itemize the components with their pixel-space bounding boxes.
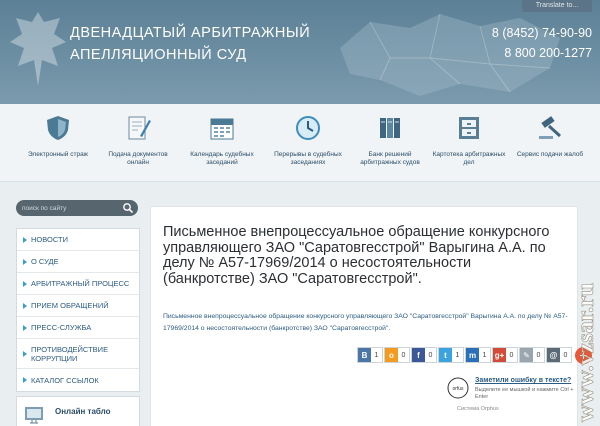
watermark: www.vzsar.ru <box>572 154 600 424</box>
orphus-logo-icon: orfus <box>447 377 469 399</box>
orphus-block: orfus Заметили ошибку в тексте? Выделите… <box>447 375 577 415</box>
share-mailru-button[interactable]: m1 <box>465 347 491 363</box>
share-vk-button[interactable]: В1 <box>357 347 383 363</box>
nav-item-online-docs[interactable]: Подача документов онлайн <box>98 114 178 167</box>
orphus-system: Система Orphus <box>457 406 499 412</box>
site-header: ДВЕНАДЦАТЫЙ АРБИТРАЖНЫЙ АПЕЛЛЯЦИОННЫЙ СУ… <box>0 0 600 104</box>
facebook-icon: f <box>412 348 425 362</box>
books-icon <box>380 118 400 138</box>
nav-item-calendar[interactable]: Календарь судебных заседаний <box>180 114 264 167</box>
search-icon[interactable] <box>122 202 134 214</box>
email-icon: @ <box>547 348 560 362</box>
share-count: 1 <box>455 351 460 359</box>
nav-label: Банк решений арбитражных судов <box>360 151 420 166</box>
share-count: 1 <box>482 351 487 359</box>
shield-icon <box>47 116 69 140</box>
menu-label: О СУДЕ <box>31 257 59 266</box>
quick-nav: Электронный страж Подача документов онла… <box>0 104 600 182</box>
pencil-icon: ✎ <box>520 348 533 362</box>
nav-item-case-files[interactable]: Картотека арбитражных дел <box>428 114 510 167</box>
arrow-right-icon <box>23 236 27 243</box>
share-count: 0 <box>428 351 433 359</box>
menu-label: НОВОСТИ <box>31 235 68 244</box>
online-board[interactable]: Онлайн табло <box>16 396 140 426</box>
share-email-button[interactable]: @0 <box>546 347 572 363</box>
svg-text:orfus: orfus <box>452 386 464 392</box>
menu-item-press[interactable]: ПРЕСС-СЛУЖБА <box>17 317 139 339</box>
menu-label: ПРЕСС-СЛУЖБА <box>31 323 92 332</box>
nav-label: Календарь судебных заседаний <box>190 151 254 166</box>
translate-button[interactable]: Translate to... <box>522 0 592 12</box>
nav-item-decisions-bank[interactable]: Банк решений арбитражных судов <box>350 114 430 167</box>
nav-label: Подача документов онлайн <box>108 151 168 166</box>
coat-of-arms-icon <box>10 12 66 86</box>
main-menu: НОВОСТИ О СУДЕ АРБИТРАЖНЫЙ ПРОЦЕСС ПРИЕМ… <box>16 228 140 392</box>
menu-label: ПРОТИВОДЕЙСТВИЕ КОРРУПЦИИ <box>31 344 109 363</box>
arrow-right-icon <box>23 350 27 357</box>
watermark-text: www.vzsar.ru <box>573 283 598 422</box>
menu-label: АРБИТРАЖНЫЙ ПРОЦЕСС <box>31 279 130 288</box>
share-ok-button[interactable]: о0 <box>384 347 410 363</box>
search-box <box>16 200 138 216</box>
article-title: Письменное внепроцессуальное обращение к… <box>163 224 550 287</box>
court-title-line2: АПЕЛЛЯЦИОННЫЙ СУД <box>70 47 247 63</box>
share-count: 0 <box>536 351 541 359</box>
menu-label: ПРИЕМ ОБРАЩЕНИЙ <box>31 301 109 310</box>
menu-item-arbitration-process[interactable]: АРБИТРАЖНЫЙ ПРОЦЕСС <box>17 273 139 295</box>
menu-item-about[interactable]: О СУДЕ <box>17 251 139 273</box>
menu-label: КАТАЛОГ ССЫЛОК <box>31 375 99 385</box>
share-twitter-button[interactable]: t1 <box>438 347 464 363</box>
nav-item-electronic-guard[interactable]: Электронный страж <box>18 114 98 159</box>
phone-number-2: 8 800 200-1277 <box>504 46 592 60</box>
arrow-right-icon <box>23 302 27 309</box>
mailru-icon: m <box>466 348 479 362</box>
twitter-icon: t <box>439 348 452 362</box>
share-buttons: В1 о0 f0 t1 m1 g+ 0 ✎ 0 @0 + <box>357 347 592 365</box>
odnoklassniki-icon: о <box>385 348 398 362</box>
file-cabinet-icon <box>459 117 479 139</box>
vk-icon: В <box>358 348 371 362</box>
menu-item-news[interactable]: НОВОСТИ <box>17 229 139 251</box>
share-facebook-button[interactable]: f0 <box>411 347 437 363</box>
orphus-hint: Выделите ее мышкой и нажмите Ctrl + Ente… <box>475 387 574 400</box>
menu-item-links[interactable]: КАТАЛОГ ССЫЛОК <box>17 369 139 391</box>
article-body: Письменное внепроцессуальное обращение к… <box>163 313 568 332</box>
google-plus-icon: g+ <box>493 348 506 362</box>
article-panel: Письменное внепроцессуальное обращение к… <box>150 206 592 426</box>
clock-icon <box>296 116 320 140</box>
share-count: 0 <box>401 351 406 359</box>
court-title[interactable]: ДВЕНАДЦАТЫЙ АРБИТРАЖНЫЙ АПЕЛЛЯЦИОННЫЙ СУ… <box>70 22 310 66</box>
share-count: 0 <box>563 351 568 359</box>
display-board-icon <box>25 407 43 424</box>
share-count: 1 <box>374 351 379 359</box>
nav-label: Картотека арбитражных дел <box>432 151 506 166</box>
search-input[interactable] <box>22 202 114 214</box>
nav-label: Перерывы в судебных заседаниях <box>274 151 342 166</box>
document-pen-icon <box>128 116 151 140</box>
calendar-icon <box>210 118 234 140</box>
nav-item-breaks[interactable]: Перерывы в судебных заседаниях <box>266 114 350 167</box>
orphus-title[interactable]: Заметили ошибку в тексте? <box>475 377 571 384</box>
nav-label: Электронный страж <box>27 151 89 158</box>
online-board-label: Онлайн табло <box>55 407 111 416</box>
arrow-right-icon <box>23 324 27 331</box>
arrow-right-icon <box>23 258 27 265</box>
sidebar: НОВОСТИ О СУДЕ АРБИТРАЖНЫЙ ПРОЦЕСС ПРИЕМ… <box>16 200 140 392</box>
share-count: 0 <box>509 351 514 359</box>
court-title-line1: ДВЕНАДЦАТЫЙ АРБИТРАЖНЫЙ <box>70 25 311 41</box>
share-livejournal-button[interactable]: ✎ 0 <box>519 347 545 363</box>
arrow-right-icon <box>23 280 27 287</box>
menu-item-appeals[interactable]: ПРИЕМ ОБРАЩЕНИЙ <box>17 295 139 317</box>
phone-number-1: 8 (8452) 74-90-90 <box>491 26 592 40</box>
share-gplus-button[interactable]: g+ 0 <box>492 347 518 363</box>
arrow-right-icon <box>23 377 27 383</box>
gavel-icon <box>539 116 562 139</box>
menu-item-anticorruption[interactable]: ПРОТИВОДЕЙСТВИЕ КОРРУПЦИИ <box>17 339 139 369</box>
nav-item-complaints[interactable]: Сервис подачи жалоб <box>510 114 590 159</box>
